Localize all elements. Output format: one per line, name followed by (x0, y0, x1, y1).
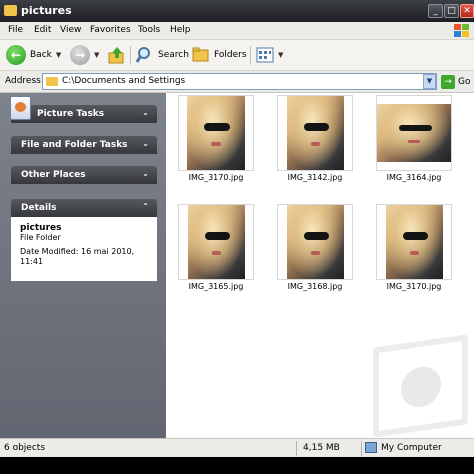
photo-image (386, 205, 443, 279)
details-folder-name: pictures (20, 223, 62, 233)
expand-chevron-icon[interactable]: ⌄ (140, 139, 151, 150)
address-bar: Address C:\Documents and Settings ▼ → Go (0, 71, 474, 93)
address-input[interactable]: C:\Documents and Settings (42, 73, 437, 90)
window-title: pictures (21, 4, 72, 17)
folders-label: Folders (214, 50, 247, 60)
back-button[interactable]: ← Back ▼ (6, 44, 61, 66)
screen-edge (0, 457, 474, 474)
picture-icon (10, 96, 31, 120)
photo-image (187, 96, 245, 170)
camera-watermark-icon (373, 334, 468, 438)
back-label: Back (30, 50, 52, 60)
thumbnail[interactable] (277, 95, 353, 171)
file-name[interactable]: IMG_3168.jpg (265, 282, 365, 291)
folders-button[interactable]: Folders (192, 44, 247, 66)
expand-chevron-icon[interactable]: ⌄ (140, 169, 151, 180)
forward-button[interactable]: → ▼ (70, 44, 99, 66)
back-dropdown-icon[interactable]: ▼ (56, 51, 61, 59)
toolbar-separator (130, 46, 131, 65)
forward-arrow-icon: → (70, 45, 90, 65)
address-label: Address (5, 76, 41, 86)
total-size: 4,15 MB (303, 443, 340, 453)
file-name[interactable]: IMG_3164.jpg (364, 173, 464, 182)
search-icon (136, 47, 150, 63)
file-name[interactable]: IMG_3170.jpg (166, 173, 266, 182)
thumbnail[interactable] (376, 204, 452, 280)
photo-image (287, 96, 344, 170)
status-bar: 6 objects 4,15 MB My Computer (0, 438, 474, 457)
views-dropdown-icon[interactable]: ▼ (278, 51, 283, 59)
tasks-pane: Picture Tasks ⌄ File and Folder Tasks ⌄ … (0, 93, 166, 438)
address-path: C:\Documents and Settings (62, 76, 186, 86)
folder-icon (46, 77, 58, 86)
file-folder-tasks-label: File and Folder Tasks (21, 140, 128, 150)
location-label: My Computer (381, 443, 442, 453)
go-label: Go (458, 77, 471, 87)
thumbnail[interactable] (178, 204, 254, 280)
menu-bar: File Edit View Favorites Tools Help (0, 22, 474, 40)
menu-file[interactable]: File (8, 25, 23, 35)
expand-chevron-icon[interactable]: ⌄ (140, 108, 151, 119)
object-count: 6 objects (4, 443, 46, 453)
up-folder-icon (108, 47, 124, 64)
picture-tasks-header[interactable]: Picture Tasks ⌄ (10, 96, 157, 123)
views-icon (256, 47, 274, 63)
details-type: File Folder (20, 233, 61, 242)
menu-tools[interactable]: Tools (138, 25, 160, 35)
my-computer-icon (365, 442, 377, 453)
minimize-button[interactable]: _ (428, 4, 443, 18)
photo-image (287, 205, 344, 279)
go-button[interactable]: → Go (441, 74, 470, 90)
details-date-modified: Date Modified: 16 mai 2010, (20, 247, 135, 256)
photo-image (377, 104, 451, 162)
details-time: 11:41 (20, 257, 44, 266)
folder-icon (4, 5, 17, 16)
status-separator (296, 441, 297, 456)
folders-icon (192, 47, 209, 62)
photo-image (188, 205, 245, 279)
file-name[interactable]: IMG_3142.jpg (265, 173, 365, 182)
views-button[interactable]: ▼ (256, 44, 283, 66)
toolbar: ← Back ▼ → ▼ Search Folders ▼ (0, 40, 474, 71)
thumbnail[interactable] (178, 95, 254, 171)
picture-tasks-label: Picture Tasks (37, 109, 105, 119)
thumbnail[interactable] (277, 204, 353, 280)
menu-edit[interactable]: Edit (34, 25, 51, 35)
close-button[interactable]: ✕ (460, 4, 474, 18)
other-places-header[interactable]: Other Places ⌄ (11, 166, 157, 184)
forward-dropdown-icon[interactable]: ▼ (94, 51, 99, 59)
thumbnail[interactable] (376, 95, 452, 171)
status-separator (361, 441, 362, 456)
windows-logo-icon (454, 24, 469, 37)
go-arrow-icon: → (441, 75, 455, 89)
search-label: Search (158, 50, 189, 60)
back-arrow-icon: ← (6, 45, 26, 65)
file-name[interactable]: IMG_3170.jpg (364, 282, 464, 291)
menu-help[interactable]: Help (170, 25, 191, 35)
collapse-chevron-icon[interactable]: ⌃ (140, 202, 151, 213)
file-name[interactable]: IMG_3165.jpg (166, 282, 266, 291)
other-places-label: Other Places (21, 170, 86, 180)
up-folder-button[interactable] (108, 44, 126, 66)
toolbar-separator (250, 46, 251, 65)
details-header[interactable]: Details ⌃ (11, 199, 157, 217)
file-folder-tasks-header[interactable]: File and Folder Tasks ⌄ (11, 136, 157, 154)
address-dropdown-icon[interactable]: ▼ (423, 74, 436, 89)
menu-view[interactable]: View (60, 25, 81, 35)
file-view: IMG_3170.jpg IMG_3142.jpg IMG_3164.jpg I… (166, 93, 474, 438)
search-button[interactable]: Search (136, 44, 189, 66)
menu-favorites[interactable]: Favorites (90, 25, 131, 35)
title-bar: pictures _ □ ✕ (0, 0, 474, 22)
details-panel: pictures File Folder Date Modified: 16 m… (11, 217, 157, 281)
maximize-button[interactable]: □ (444, 4, 459, 18)
details-label: Details (21, 203, 57, 213)
